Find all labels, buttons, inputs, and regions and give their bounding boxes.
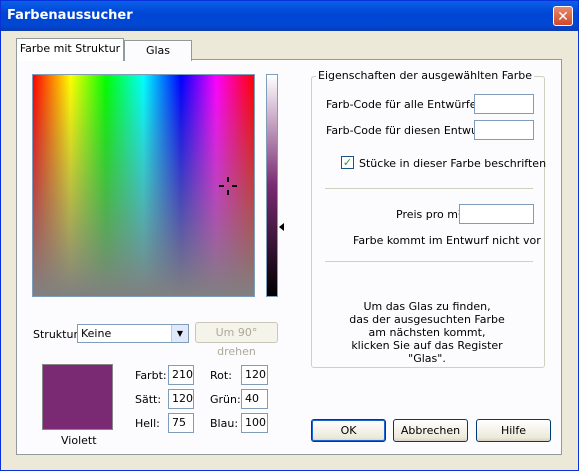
code-all-field[interactable]	[474, 94, 534, 114]
code-this-field[interactable]	[474, 120, 534, 140]
crosshair-icon	[219, 177, 237, 195]
ok-button[interactable]: OK	[311, 419, 386, 442]
luminance-slider[interactable]	[266, 74, 278, 297]
struktur-value: Keine	[81, 327, 112, 340]
close-button[interactable]: ✕	[553, 6, 573, 26]
help-line: klicken Sie auf das Register "Glas".	[351, 339, 503, 365]
separator	[325, 188, 533, 189]
struktur-select[interactable]: Keine ▼	[77, 324, 189, 343]
not-in-design-text: Farbe kommt im Entwurf nicht vor	[353, 234, 541, 247]
title-bar[interactable]: Farbenaussucher ✕	[1, 1, 578, 31]
help-line: Um das Glas zu finden,	[363, 300, 491, 313]
properties-group-title: Eigenschaften der ausgewählten Farbe	[316, 69, 535, 82]
gruen-label: Grün:	[210, 393, 241, 406]
luminance-arrow-icon[interactable]	[279, 223, 284, 231]
gruen-field[interactable]: 40	[241, 389, 268, 409]
blau-label: Blau:	[210, 417, 239, 430]
tab-farbe-mit-struktur[interactable]: Farbe mit Struktur	[16, 38, 124, 61]
tab-glas[interactable]: Glas	[124, 40, 192, 61]
farbt-field[interactable]: 210	[168, 365, 194, 385]
help-button[interactable]: Hilfe	[476, 419, 551, 442]
color-name: Violett	[61, 434, 97, 447]
blau-field[interactable]: 100	[241, 413, 268, 433]
window-title: Farbenaussucher	[7, 8, 133, 23]
separator	[325, 261, 533, 262]
price-field[interactable]	[459, 204, 534, 224]
color-swatch	[42, 364, 113, 430]
help-line: am nächsten kommt,	[368, 326, 486, 339]
label-pieces-label[interactable]: Stücke in dieser Farbe beschriften	[359, 157, 546, 170]
rot-label: Rot:	[210, 369, 232, 382]
farbt-label: Farbt:	[135, 369, 167, 382]
code-all-label: Farb-Code für alle Entwürfe:	[326, 98, 481, 111]
label-pieces-checkbox[interactable]: ✓	[341, 156, 354, 169]
cancel-button[interactable]: Abbrechen	[393, 419, 468, 442]
rot-field[interactable]: 120	[241, 365, 268, 385]
close-icon: ✕	[557, 9, 569, 25]
rotate-button[interactable]: Um 90° drehen	[195, 322, 278, 358]
struktur-label: Struktur:	[33, 328, 82, 341]
price-label: Preis pro m²:	[396, 208, 467, 221]
hell-label: Hell:	[135, 417, 160, 430]
saett-label: Sätt:	[135, 393, 162, 406]
chevron-down-icon[interactable]: ▼	[171, 325, 188, 342]
help-text: Um das Glas zu finden, das der ausgesuch…	[332, 300, 522, 365]
code-this-label: Farb-Code für diesen Entwurf:	[326, 124, 490, 137]
hell-field[interactable]: 75	[168, 413, 194, 433]
checkmark-icon: ✓	[342, 156, 353, 169]
saett-field[interactable]: 120	[168, 389, 194, 409]
help-line: das der ausgesuchten Farbe	[349, 313, 505, 326]
